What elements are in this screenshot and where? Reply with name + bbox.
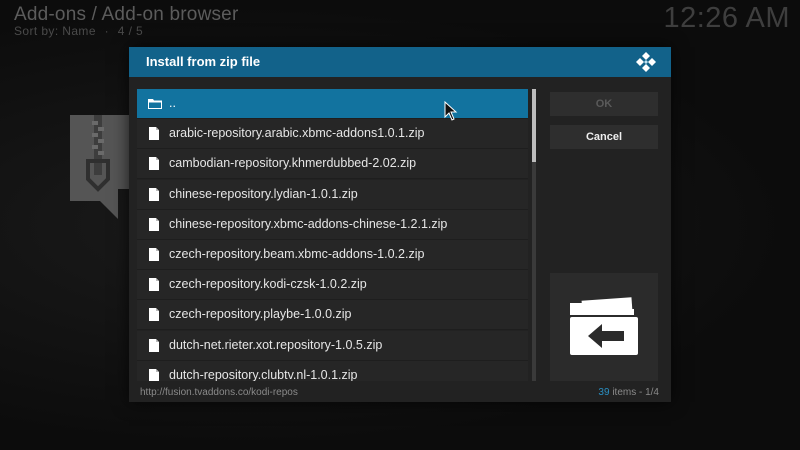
install-from-zip-dialog: Install from zip file .. arabic-repositor… (129, 47, 671, 402)
zip-file-icon (70, 115, 136, 219)
file-icon (148, 338, 160, 352)
footer-path: http://fusion.tvaddons.co/kodi-repos (140, 387, 298, 398)
list-item[interactable]: arabic-repository.arabic.xbmc-addons1.0.… (137, 119, 528, 150)
breadcrumb-title: Add-ons / Add-on browser (14, 4, 239, 25)
page-separator: · (104, 24, 110, 38)
list-item[interactable]: dutch-repository.clubtv.nl-1.0.1.zip (137, 360, 528, 381)
file-name: chinese-repository.xbmc-addons-chinese-1… (169, 216, 448, 231)
item-count-number: 39 (598, 387, 610, 398)
kodi-logo-icon (636, 52, 656, 72)
file-icon (148, 368, 160, 381)
sort-label: Sort by: Name (14, 24, 96, 38)
folder-open-icon (148, 97, 162, 110)
file-icon (148, 127, 160, 141)
page-indicator: 4 / 5 (117, 24, 144, 38)
list-item-parent-folder[interactable]: .. (137, 89, 528, 119)
file-name: dutch-repository.clubtv.nl-1.0.1.zip (169, 367, 358, 381)
list-item[interactable]: czech-repository.beam.xbmc-addons-1.0.2.… (137, 239, 528, 270)
file-icon (148, 157, 160, 171)
file-name: dutch-net.rieter.xot.repository-1.0.5.zi… (169, 337, 383, 352)
list-item[interactable]: czech-repository.playbe-1.0.0.zip (137, 300, 528, 331)
folder-back-icon (570, 297, 638, 355)
file-name: czech-repository.beam.xbmc-addons-1.0.2.… (169, 246, 425, 261)
dialog-title: Install from zip file (146, 54, 261, 69)
file-name: czech-repository.kodi-czsk-1.0.2.zip (169, 277, 367, 292)
dialog-header: Install from zip file (129, 47, 671, 77)
sort-status: Sort by: Name · 4 / 5 (14, 24, 143, 38)
scrollbar-thumb[interactable] (532, 89, 536, 162)
file-icon (148, 187, 160, 201)
clock: 12:26 AM (663, 2, 790, 34)
file-list: .. arabic-repository.arabic.xbmc-addons1.… (137, 89, 528, 381)
list-item[interactable]: chinese-repository.xbmc-addons-chinese-1… (137, 209, 528, 240)
file-name: chinese-repository.lydian-1.0.1.zip (169, 186, 358, 201)
file-name: arabic-repository.arabic.xbmc-addons1.0.… (169, 126, 425, 141)
item-count-label: items - 1/4 (612, 387, 659, 398)
file-name: cambodian-repository.khmerdubbed-2.02.zi… (169, 156, 417, 171)
scrollbar[interactable] (532, 89, 536, 381)
cancel-button[interactable]: Cancel (550, 125, 658, 149)
file-name: czech-repository.playbe-1.0.0.zip (169, 307, 352, 322)
file-icon (148, 217, 160, 231)
file-icon (148, 308, 160, 322)
preview-panel (550, 273, 658, 381)
file-name: .. (169, 96, 176, 110)
list-item[interactable]: czech-repository.kodi-czsk-1.0.2.zip (137, 270, 528, 301)
mouse-cursor-icon (444, 101, 458, 121)
ok-button[interactable]: OK (550, 92, 658, 116)
file-icon (148, 278, 160, 292)
list-item[interactable]: cambodian-repository.khmerdubbed-2.02.zi… (137, 149, 528, 180)
list-item[interactable]: chinese-repository.lydian-1.0.1.zip (137, 179, 528, 210)
list-item[interactable]: dutch-net.rieter.xot.repository-1.0.5.zi… (137, 330, 528, 361)
file-icon (148, 247, 160, 261)
item-count: 39 items - 1/4 (598, 387, 659, 398)
